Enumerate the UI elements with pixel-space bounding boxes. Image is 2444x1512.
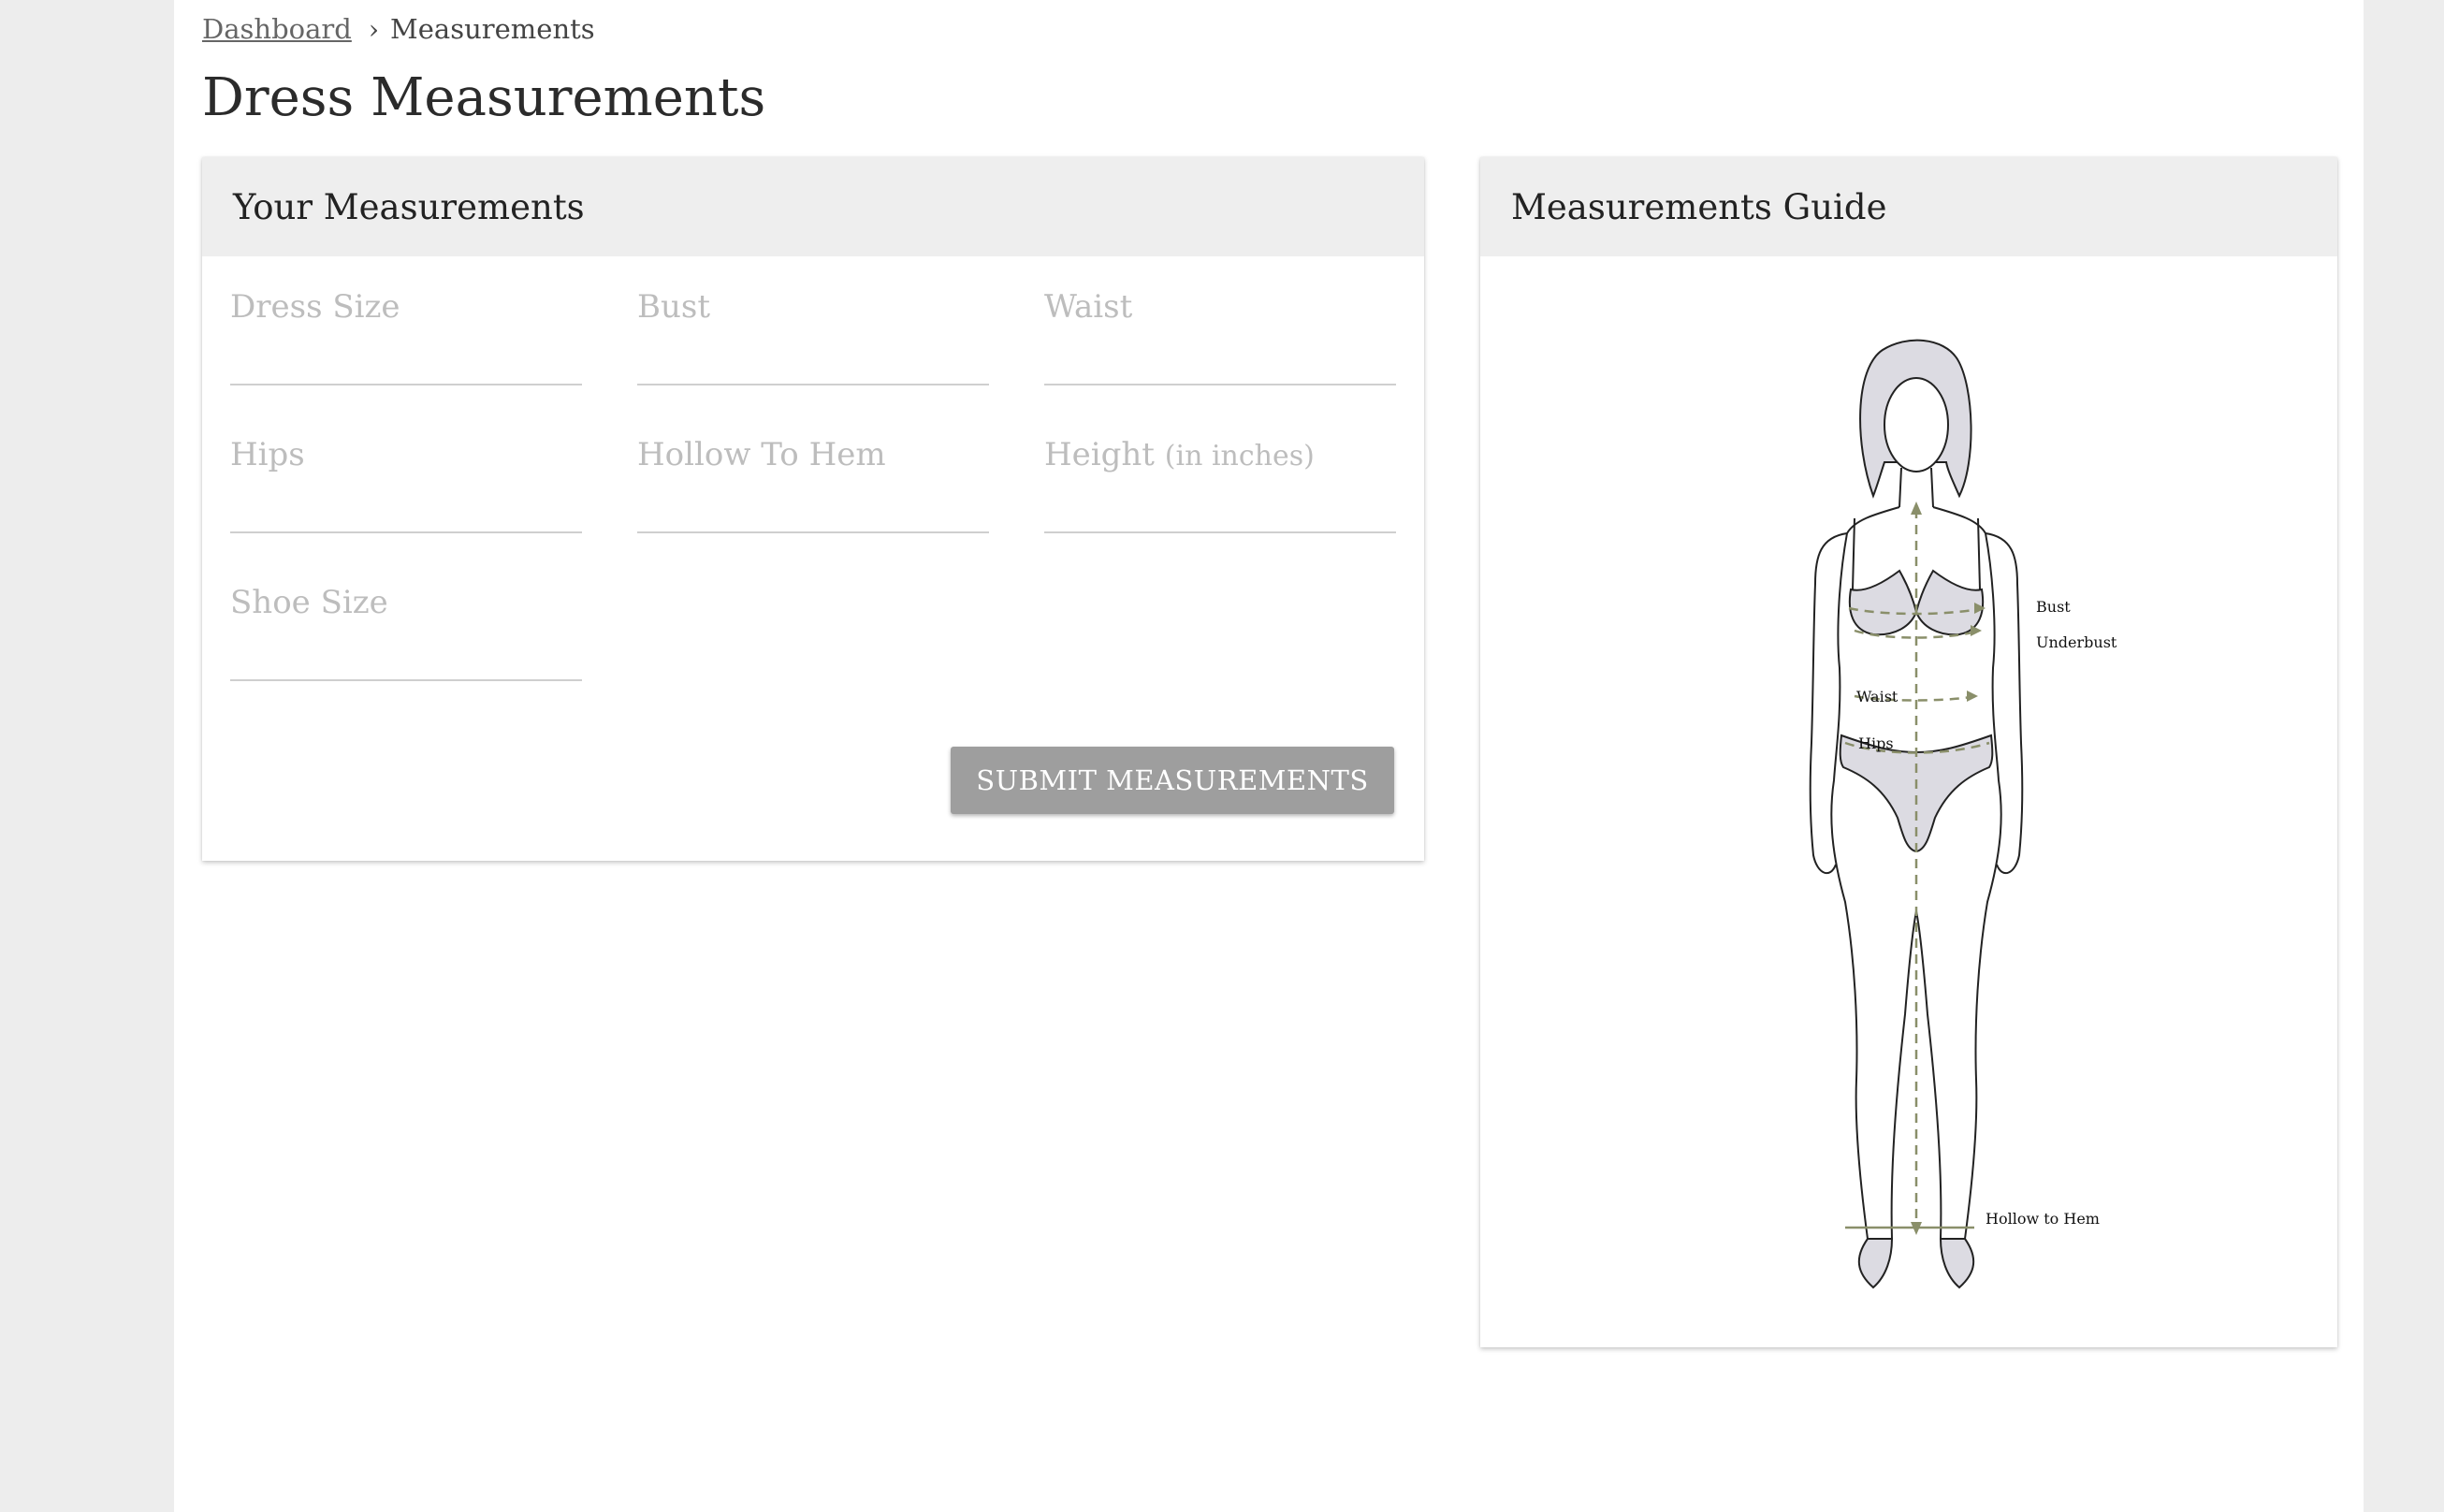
waist-field: Waist [1044, 288, 1396, 400]
height-unit: (in inches) [1164, 440, 1315, 472]
bust-label: Bust [637, 288, 710, 326]
hips-label: Hips [230, 436, 305, 473]
height-input[interactable] [1044, 488, 1396, 533]
waist-input[interactable] [1044, 341, 1396, 385]
page-title: Dress Measurements [202, 67, 766, 128]
breadcrumb: Dashboard › Measurements [202, 13, 595, 45]
shoe-size-input[interactable] [230, 636, 582, 681]
hollow-to-hem-field: Hollow To Hem [637, 436, 989, 548]
breadcrumb-dashboard-link[interactable]: Dashboard [202, 13, 352, 45]
body-measurement-illustration: Bust Underbust Waist Hips Hollow to Hem [1809, 339, 2117, 1289]
shoe-size-field: Shoe Size [230, 584, 582, 696]
waist-label: Waist [1044, 288, 1133, 326]
measurements-guide-title: Measurements Guide [1480, 157, 2337, 256]
dress-size-field: Dress Size [230, 288, 582, 400]
hips-input[interactable] [230, 488, 582, 533]
guide-label-bust: Bust [2036, 598, 2071, 616]
shoe-size-label: Shoe Size [230, 584, 388, 621]
height-field: Height (in inches) [1044, 436, 1396, 548]
guide-label-waist: Waist [1856, 688, 1898, 705]
measurements-card-title: Your Measurements [202, 157, 1424, 256]
breadcrumb-separator: › [368, 13, 380, 45]
page-content: Dashboard › Measurements Dress Measureme… [174, 0, 2364, 1512]
measurements-card: Your Measurements Dress Size Bust Waist … [202, 157, 1424, 861]
guide-label-hollow-to-hem: Hollow to Hem [1986, 1210, 2100, 1228]
submit-measurements-button[interactable]: SUBMIT MEASUREMENTS [951, 747, 1394, 814]
dress-size-input[interactable] [230, 341, 582, 385]
breadcrumb-current: Measurements [390, 13, 595, 45]
bust-field: Bust [637, 288, 989, 400]
guide-label-underbust: Underbust [2036, 633, 2117, 651]
hollow-to-hem-label: Hollow To Hem [637, 436, 886, 473]
bust-input[interactable] [637, 341, 989, 385]
dress-size-label: Dress Size [230, 288, 400, 326]
measurements-guide-card: Measurements Guide Bust Underbust Waist … [1480, 157, 2337, 1347]
height-label: Height (in inches) [1044, 436, 1315, 473]
guide-label-hips: Hips [1858, 734, 1894, 752]
hips-field: Hips [230, 436, 582, 548]
hollow-to-hem-input[interactable] [637, 488, 989, 533]
